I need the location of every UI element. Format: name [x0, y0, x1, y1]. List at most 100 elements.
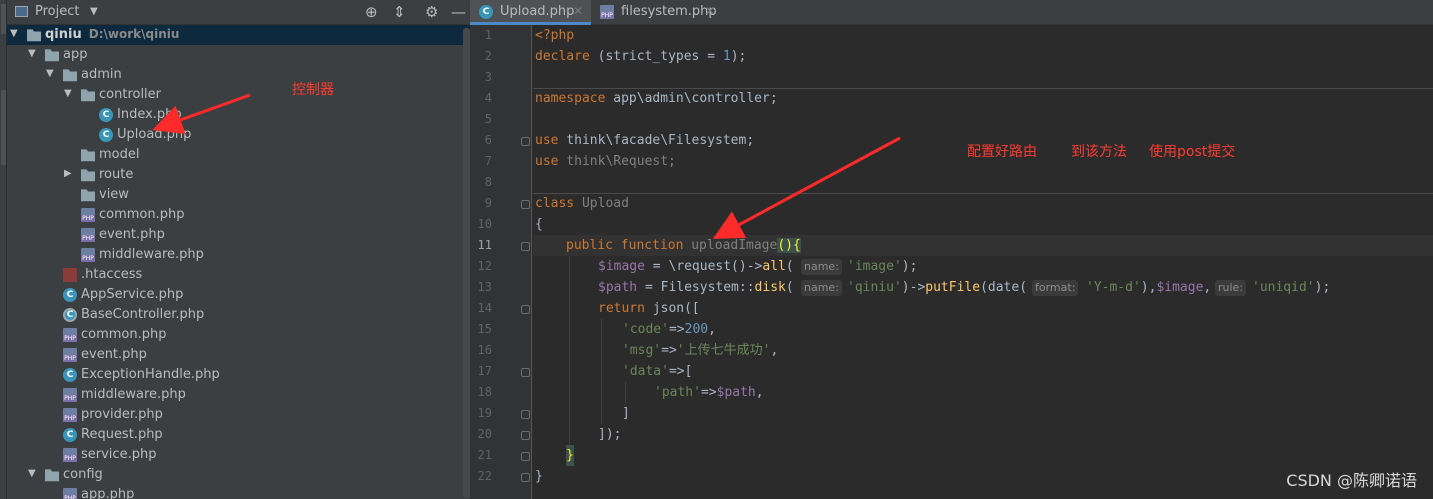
code-text: ); — [1314, 280, 1331, 295]
tree-item[interactable]: C Upload.php — [7, 125, 470, 145]
folder-icon — [27, 29, 41, 42]
tree-item[interactable]: C Index.php — [7, 105, 470, 125]
tree-item[interactable]: ▼ qiniu D:\work\qiniu — [7, 25, 470, 45]
close-icon[interactable]: ✕ — [573, 4, 583, 18]
collapse-all-icon[interactable]: ⇕ — [393, 3, 406, 21]
chevron-down-icon[interactable]: ▼ — [10, 28, 20, 39]
project-view-selector[interactable]: Project — [35, 4, 79, 19]
tree-item[interactable]: common.php — [7, 325, 470, 345]
hide-panel-icon[interactable]: — — [451, 3, 466, 21]
tab-filesystem-php[interactable]: filesystem.php ✕ — [591, 0, 717, 25]
chevron-right-icon[interactable]: ▶ — [64, 168, 74, 179]
chevron-down-icon[interactable]: ▼ — [90, 6, 98, 17]
code-text: )-> — [901, 280, 926, 295]
php-file-icon — [63, 348, 77, 362]
project-tool-tab[interactable] — [1, 4, 6, 34]
fold-marker-icon[interactable] — [521, 410, 530, 419]
tree-item[interactable]: ▶ route — [7, 165, 470, 185]
tree-item[interactable]: ▼ admin — [7, 65, 470, 85]
tree-item[interactable]: event.php — [7, 225, 470, 245]
line-number: 14 — [477, 301, 492, 315]
string: 'image' — [847, 259, 902, 274]
class-icon: C — [99, 108, 113, 122]
tree-item-label: common.php — [99, 207, 185, 222]
locate-icon[interactable]: ⊕ — [365, 3, 378, 21]
tree-item-label: event.php — [99, 227, 165, 242]
code-text: => — [668, 322, 685, 337]
tree-item-label: model — [99, 147, 139, 162]
fold-marker-icon[interactable] — [521, 473, 530, 482]
chevron-down-icon[interactable]: ▼ — [28, 48, 38, 59]
line-number: 20 — [477, 427, 492, 441]
folder-icon — [63, 69, 77, 82]
fold-marker-icon[interactable] — [521, 242, 530, 251]
parameter-hint: format: — [1032, 280, 1079, 296]
tree-item-name: provider.php — [81, 407, 163, 422]
tree-item[interactable]: model — [7, 145, 470, 165]
tree-item-name: model — [99, 147, 140, 162]
chevron-down-icon[interactable]: ▼ — [46, 68, 56, 79]
chevron-down-icon[interactable]: ▼ — [64, 88, 74, 99]
fold-marker-icon[interactable] — [521, 305, 530, 314]
tree-item[interactable]: common.php — [7, 205, 470, 225]
tree-item-label: app — [63, 47, 87, 62]
project-panel-header: Project ▼ ⊕ ⇕ ⚙ — — [7, 0, 470, 25]
tree-item[interactable]: C ExceptionHandle.php — [7, 365, 470, 385]
tree-item[interactable]: ▼ app — [7, 45, 470, 65]
project-tree-scrollbar[interactable] — [463, 28, 470, 498]
code-line-19: ] — [533, 403, 1433, 424]
php-file-icon — [63, 328, 77, 342]
code-editor[interactable]: <?php declare (strict_types = 1); namesp… — [533, 25, 1433, 499]
string: '上传七牛成功' — [676, 343, 771, 358]
structure-tool-tab[interactable] — [1, 90, 6, 165]
code-line-14: return json([ — [533, 298, 1433, 319]
line-number: 13 — [477, 280, 492, 294]
line-number-gutter[interactable]: 1 2 3 4 5 6 7 8 9 10 11 12 13 14 15 16 17 18 19 20 21 22 — [470, 25, 532, 499]
tree-item[interactable]: ▼ controller — [7, 85, 470, 105]
code-text: ); — [901, 259, 918, 274]
unused-import: think\Request; — [558, 154, 676, 169]
annotation-controller: 控制器 — [292, 82, 334, 98]
function-call: disk — [754, 280, 786, 295]
tree-item[interactable]: event.php — [7, 345, 470, 365]
close-icon[interactable]: ✕ — [705, 4, 715, 18]
tree-item-name: controller — [99, 87, 162, 102]
fold-marker-icon[interactable] — [521, 137, 530, 146]
class-icon: C — [63, 368, 77, 382]
code-text: ), — [1140, 280, 1157, 295]
tree-item[interactable]: C Request.php — [7, 425, 470, 445]
tree-item[interactable]: .htaccess — [7, 265, 470, 285]
fold-marker-icon[interactable] — [521, 368, 530, 377]
tab-upload-php[interactable]: C Upload.php ✕ — [470, 0, 591, 25]
tree-item[interactable]: app.php — [7, 485, 470, 499]
tree-item[interactable]: service.php — [7, 445, 470, 465]
class-icon: C — [63, 428, 77, 442]
htaccess-icon — [63, 268, 77, 282]
matched-brace: { — [792, 238, 801, 253]
tool-window-strip — [0, 0, 7, 499]
gear-icon[interactable]: ⚙ — [425, 3, 438, 21]
fold-marker-icon[interactable] — [521, 431, 530, 440]
fold-marker-icon[interactable] — [521, 200, 530, 209]
tree-item[interactable]: provider.php — [7, 405, 470, 425]
number: 200 — [684, 322, 709, 337]
code-line-20: ]); — [533, 424, 1433, 445]
tree-item-label: Index.php — [117, 107, 182, 122]
tree-item[interactable]: middleware.php — [7, 385, 470, 405]
folder-icon — [81, 189, 95, 202]
tree-item[interactable]: C AppService.php — [7, 285, 470, 305]
fold-marker-icon[interactable] — [521, 452, 530, 461]
tree-item[interactable]: middleware.php — [7, 245, 470, 265]
tree-item-name: AppService.php — [81, 287, 184, 302]
code-text: =>[ — [668, 364, 693, 379]
tree-item[interactable]: C BaseController.php — [7, 305, 470, 325]
array-entry: 'code'=>200, — [622, 319, 716, 340]
tree-item[interactable]: view — [7, 185, 470, 205]
chevron-down-icon[interactable]: ▼ — [28, 468, 38, 479]
tree-item-name: app — [63, 47, 88, 62]
matched-brace: } — [566, 445, 574, 466]
keyword: use — [535, 154, 559, 169]
line-number: 1 — [484, 28, 492, 42]
project-path: D:\work\qiniu — [88, 27, 180, 41]
tree-item[interactable]: ▼ config — [7, 465, 470, 485]
